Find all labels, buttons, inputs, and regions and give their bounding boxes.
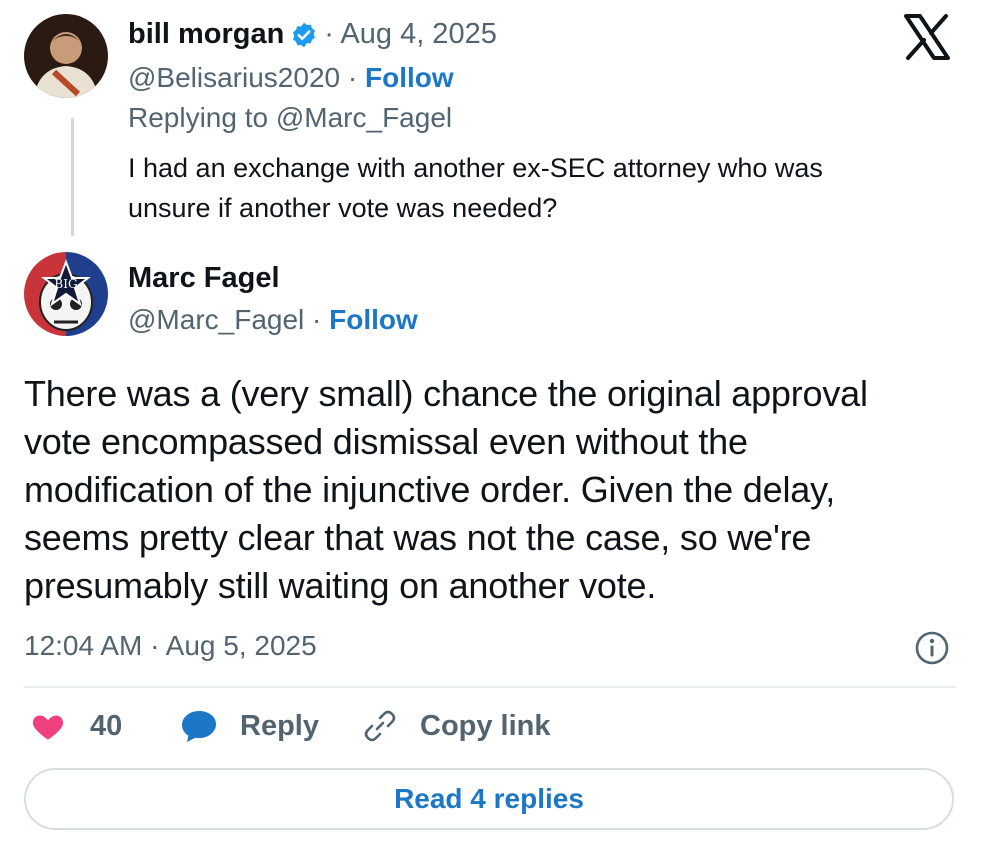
x-logo-icon[interactable] — [902, 12, 952, 62]
author-name[interactable]: Marc Fagel — [128, 262, 280, 295]
follow-button[interactable]: Follow — [365, 62, 454, 93]
author-handle[interactable]: @Marc_Fagel — [128, 304, 304, 335]
reply-text-line: unsure if another vote was needed? — [128, 193, 558, 223]
author-handle[interactable]: @Belisarius2020 — [128, 62, 340, 93]
tweet-text-line: modification of the injunctive order. Gi… — [24, 469, 835, 510]
tweet-text-line: presumably still waiting on another vote… — [24, 565, 657, 606]
copy-link-label: Copy link — [420, 709, 551, 742]
avatar[interactable]: BIG — [24, 252, 108, 336]
replying-to-label[interactable]: Replying to @Marc_Fagel — [128, 102, 452, 134]
avatar[interactable] — [24, 14, 108, 98]
author-name[interactable]: bill morgan — [128, 18, 284, 51]
read-replies-label: Read 4 replies — [394, 783, 584, 814]
read-replies-button[interactable]: Read 4 replies — [24, 768, 954, 830]
reply-button[interactable]: Reply — [180, 708, 319, 744]
tweet-date[interactable]: · Aug 4, 2025 — [324, 18, 497, 51]
separator-dot: · — [312, 304, 322, 335]
like-button[interactable]: 40 — [30, 708, 122, 744]
copy-link-button[interactable]: Copy link — [362, 708, 551, 744]
speech-bubble-icon — [180, 708, 218, 744]
verified-badge-icon — [290, 21, 318, 49]
separator-dot: · — [347, 62, 358, 93]
divider — [24, 686, 956, 688]
thread-connector-line — [71, 118, 74, 236]
reply-tweet-text: I had an exchange with another ex-SEC at… — [128, 148, 823, 228]
avatar-monogram: BIG — [54, 277, 77, 291]
reply-text-line: I had an exchange with another ex-SEC at… — [128, 153, 823, 183]
tweet-timestamp[interactable]: 12:04 AM · Aug 5, 2025 — [24, 630, 317, 662]
info-icon[interactable] — [914, 630, 950, 666]
link-icon — [362, 708, 398, 744]
tweet-text-line: seems pretty clear that was not the case… — [24, 517, 812, 558]
tweet-text-line: There was a (very small) chance the orig… — [24, 373, 868, 414]
heart-icon — [30, 708, 66, 744]
reply-label: Reply — [240, 709, 319, 742]
like-count: 40 — [90, 709, 123, 742]
tweet-text-line: vote encompassed dismissal even without … — [24, 421, 748, 462]
follow-button[interactable]: Follow — [329, 304, 418, 335]
main-tweet-text: There was a (very small) chance the orig… — [24, 370, 868, 610]
